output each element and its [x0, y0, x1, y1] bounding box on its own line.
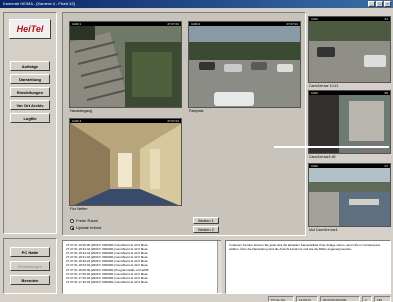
camera-view-hausfahrgang[interactable]: CAM 1 27.07.01 — [69, 21, 182, 108]
bedien-2-button[interactable]: Bedien 2 — [193, 226, 219, 233]
vor-ort-archiv-button[interactable]: Vor Ort Archiv — [10, 100, 50, 110]
window-titlebar: Kamerab HE/MA - [Kamera 4 - Fixed 42] _ … — [0, 0, 393, 8]
camera-thumb-3[interactable]: CAM 07 — [308, 163, 391, 227]
camera-caption: Cam/Ant ear 10 #1 — [309, 84, 339, 88]
camera-view-parkplatz[interactable]: CAM 2 27.07.01 — [188, 21, 301, 108]
parking-image — [189, 26, 300, 107]
camera-caption: Cam/Ant ear4 #5 — [309, 155, 336, 159]
bedien-1-button[interactable]: Bedien 1 — [193, 217, 219, 224]
camera-caption: Flur Nefferr — [70, 207, 88, 211]
maximize-button[interactable]: □ — [376, 1, 383, 7]
window-title: Kamerab HE/MA - [Kamera 4 - Fixed 42] — [3, 1, 75, 6]
camera-caption: Muf Cam/Ant ear4 — [309, 228, 338, 232]
corridor-image — [70, 123, 181, 205]
darstellung-button[interactable]: Darstellung — [10, 74, 50, 84]
thumb-building-image — [309, 95, 390, 153]
logo: HeiTel — [9, 19, 51, 39]
thumb-harbor-image — [309, 168, 390, 226]
stairs-image — [70, 26, 181, 107]
radio-icon[interactable] — [70, 218, 74, 223]
divider — [274, 146, 389, 148]
beenden-button[interactable]: Beenden — [10, 275, 50, 285]
log-scrollbar[interactable] — [217, 241, 222, 293]
status-cell: 2 — [362, 296, 372, 302]
logfile-button[interactable]: Logfile — [10, 113, 50, 123]
einstellungen-button[interactable]: Einstellungen — [10, 87, 50, 97]
info-panel: In diesem Fenster können Sie jeder Zeit … — [225, 240, 391, 294]
radio-option-2[interactable]: Update erfund — [70, 225, 101, 230]
status-cell: PC-Se Xte — [268, 296, 294, 302]
log-list[interactable]: 27.07.01 19:00:00 [2000 F 0000001] Cam/A… — [62, 240, 222, 294]
camera-caption: Hausfahrgang — [70, 109, 92, 113]
thumb-parking-image — [309, 21, 390, 82]
log-entry: 27.07.01 17:20:04 [2000 F 0000001] Cam/A… — [66, 279, 148, 284]
minimize-button[interactable]: _ — [368, 1, 375, 7]
close-button[interactable]: × — [384, 1, 391, 7]
camera-thumb-2[interactable]: CAM 05 — [308, 90, 391, 154]
einstellungen-bottom-button[interactable]: Einstellungen — [10, 261, 50, 271]
status-cell: 00:00:00 000 000 — [320, 296, 360, 302]
radio-selected-icon[interactable] — [70, 225, 74, 230]
pc-hatte-button[interactable]: PC Hatte — [10, 247, 50, 257]
info-text: In diesem Fenster können Sie jeder Zeit … — [229, 243, 380, 252]
camera-thumb-1[interactable]: CAM 01 — [308, 16, 391, 83]
camera-caption: Parkplatz — [189, 109, 204, 113]
radio-option-1[interactable]: Freier Raum — [70, 218, 98, 223]
camera-view-flur[interactable]: CAM 3 27.07.01 — [69, 118, 182, 206]
status-cell: 140 — [374, 296, 391, 302]
bottom-sidebar: PC Hatte Einstellungen Beenden — [3, 238, 57, 294]
auftraege-button[interactable]: Aufträge — [10, 61, 50, 71]
left-sidebar: HeiTel Aufträge Darstellung Einstellunge… — [3, 12, 57, 234]
status-cell: 14:00:14 — [296, 296, 318, 302]
